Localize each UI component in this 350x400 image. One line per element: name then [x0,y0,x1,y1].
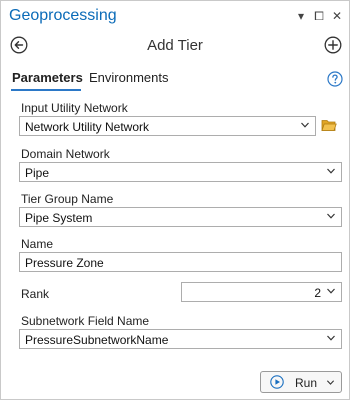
chevron-down-icon [327,288,335,294]
pane-auto-hide-button[interactable]: ⧠ [311,7,327,25]
rank-dropdown[interactable]: 2 [181,282,342,302]
chevron-down-icon [327,213,335,219]
name-value: Pressure Zone [25,256,104,270]
subnetwork-field-name-dropdown[interactable]: PressureSubnetworkName [19,329,342,349]
add-icon[interactable] [324,36,342,54]
domain-network-dropdown[interactable]: Pipe [19,162,342,182]
pane-titlebar: Geoprocessing ▾ ⧠ ✕ [1,1,349,33]
pane-menu-button[interactable]: ▾ [293,7,309,25]
chevron-down-icon [327,168,335,174]
tab-parameters[interactable]: Parameters [12,70,83,85]
active-tab-indicator [11,89,81,91]
chevron-down-icon [327,335,335,341]
help-icon[interactable] [327,71,343,87]
tier-group-name-value: Pipe System [25,211,93,225]
rank-label: Rank [21,287,50,301]
run-button-label: Run [295,376,318,390]
rank-value: 2 [314,286,321,300]
input-utility-network-dropdown[interactable]: Network Utility Network [19,116,316,136]
input-utility-network-label: Input Utility Network [21,101,128,115]
pane-title: Geoprocessing [9,7,117,24]
subnetwork-field-name-label: Subnetwork Field Name [21,314,150,328]
tool-title: Add Tier [147,37,203,54]
pane-close-button[interactable]: ✕ [329,7,345,25]
subnetwork-field-name-value: PressureSubnetworkName [25,333,169,347]
chevron-down-icon[interactable] [326,378,335,387]
name-label: Name [21,237,54,251]
tier-group-name-dropdown[interactable]: Pipe System [19,207,342,227]
input-utility-network-value: Network Utility Network [25,120,150,134]
chevron-down-icon [301,122,309,128]
tool-header: Add Tier [1,33,349,59]
name-input[interactable]: Pressure Zone [19,252,342,272]
domain-network-value: Pipe [25,166,50,180]
tab-environments[interactable]: Environments [89,70,168,85]
domain-network-label: Domain Network [21,147,110,161]
tool-tabs: Parameters Environments [1,65,349,93]
browse-folder-icon[interactable] [321,118,337,132]
run-button[interactable]: Run [260,371,342,393]
tier-group-name-label: Tier Group Name [21,192,114,206]
geoprocessing-pane: Geoprocessing ▾ ⧠ ✕ Add Tier Parameters … [0,0,350,400]
play-icon [270,375,284,389]
